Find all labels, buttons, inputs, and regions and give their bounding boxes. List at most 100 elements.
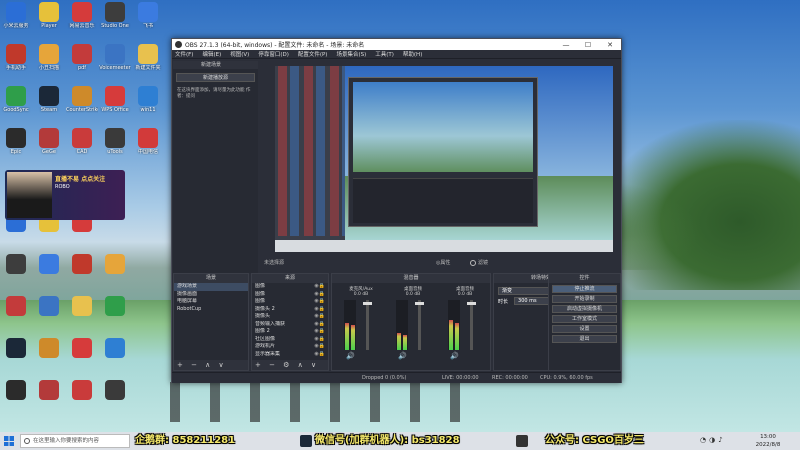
close-button[interactable]: ✕ <box>599 41 621 49</box>
visibility-icon[interactable]: ◉🔒 <box>314 298 325 306</box>
desktop-icon[interactable] <box>99 378 131 418</box>
source-item[interactable]: 图像 ◉🔒 <box>252 291 328 299</box>
visibility-icon[interactable]: ◉🔒 <box>314 313 325 321</box>
scene-item[interactable]: 摄像画面 <box>174 291 248 299</box>
desktop-icon[interactable] <box>33 378 65 418</box>
menu-item[interactable]: 场景集合(S) <box>336 50 366 58</box>
properties-button[interactable]: ◎属性 <box>436 258 450 268</box>
menu-item[interactable]: 编辑(E) <box>202 50 221 58</box>
desktop-icon[interactable] <box>66 336 98 376</box>
desktop-icon[interactable] <box>0 294 32 334</box>
maximize-button[interactable]: ☐ <box>577 41 599 49</box>
desktop-icon[interactable]: CAD <box>66 126 98 166</box>
desktop-icon[interactable] <box>33 294 65 334</box>
source-item[interactable]: 摄像头 ◉🔒 <box>252 313 328 321</box>
desktop-icon[interactable]: Voicemeeter <box>99 42 131 82</box>
menu-item[interactable]: 帮助(H) <box>403 50 422 58</box>
volume-slider[interactable] <box>415 300 424 350</box>
desktop-icon[interactable] <box>0 378 32 418</box>
visibility-icon[interactable]: ◉🔒 <box>314 283 325 291</box>
system-tray-icons[interactable]: ◔◑♪ <box>700 436 726 444</box>
desktop-icon[interactable] <box>0 336 32 376</box>
desktop-icon[interactable] <box>0 252 32 292</box>
speaker-icon[interactable]: 🔊 <box>450 352 459 360</box>
control-button[interactable]: 退出 <box>552 335 617 343</box>
control-button[interactable]: 工作室模式 <box>552 315 617 323</box>
source-item[interactable]: 音频输入捕获 ◉🔒 <box>252 321 328 329</box>
source-item[interactable]: 游戏机片 ◉🔒 <box>252 343 328 351</box>
menu-item[interactable]: 停靠窗口(D) <box>258 50 289 58</box>
desktop-icon[interactable]: 新建文件夹 <box>132 42 164 82</box>
desktop-icon[interactable]: GeGe <box>33 126 65 166</box>
steam-taskbar-icon[interactable] <box>300 435 312 447</box>
windows-start-icon[interactable] <box>4 436 14 446</box>
desktop-icon[interactable]: Studio One <box>99 0 131 40</box>
desktop-icon[interactable]: win11 <box>132 84 164 124</box>
control-button[interactable]: 停止推流 <box>552 285 617 293</box>
desktop-icon[interactable] <box>99 294 131 334</box>
source-item[interactable]: 显示器采集 ◉🔒 <box>252 351 328 359</box>
menu-item[interactable]: 视图(V) <box>230 50 249 58</box>
desktop-icon[interactable] <box>99 336 131 376</box>
volume-slider[interactable] <box>363 300 372 350</box>
taskbar-search-input[interactable]: 在这里输入你要搜索的内容 <box>20 434 130 448</box>
source-item[interactable]: 图像 ◉🔒 <box>252 283 328 291</box>
visibility-icon[interactable]: ◉🔒 <box>314 328 325 336</box>
desktop-icon[interactable]: pdf <box>66 42 98 82</box>
visibility-icon[interactable]: ◉🔒 <box>314 321 325 329</box>
scene-item[interactable]: 游戏场景 <box>174 283 248 291</box>
minimize-button[interactable]: — <box>555 41 577 49</box>
desktop-icon[interactable]: 中国电信 <box>132 126 164 166</box>
desktop-icon[interactable] <box>33 336 65 376</box>
scene-item[interactable]: RobotCup <box>174 306 248 314</box>
visibility-icon[interactable]: ◉🔒 <box>314 343 325 351</box>
visibility-icon[interactable]: ◉🔒 <box>314 291 325 299</box>
source-item[interactable]: 社区图像 ◉🔒 <box>252 336 328 344</box>
desktop-icon[interactable] <box>66 378 98 418</box>
desktop-icon[interactable] <box>66 252 98 292</box>
scenes-dock-footer[interactable]: + − ∧ ∨ <box>174 360 248 370</box>
menu-item[interactable]: 文件(F) <box>175 50 193 58</box>
speaker-icon[interactable]: 🔊 <box>398 352 407 360</box>
desktop-icon[interactable]: 网易云音乐 <box>66 0 98 40</box>
obs-titlebar[interactable]: OBS 27.1.3 (64-bit, windows) - 配置文件: 未命名… <box>172 39 621 50</box>
control-button[interactable]: 设置 <box>552 325 617 333</box>
filters-button[interactable]: 滤镜 <box>470 258 488 268</box>
menu-item[interactable]: 工具(T) <box>375 50 394 58</box>
speaker-icon[interactable]: 🔊 <box>346 352 355 360</box>
desktop-icon[interactable]: 小米云服务 <box>0 0 32 40</box>
desktop-icon[interactable]: 小丑扫描 <box>33 42 65 82</box>
desktop-icon[interactable]: CounterStrike <box>66 84 98 124</box>
source-item[interactable]: 图像 ◉🔒 <box>252 298 328 306</box>
new-source-button[interactable]: 新建播放源 <box>176 73 255 82</box>
visibility-icon[interactable]: ◉🔒 <box>314 351 325 359</box>
desktop-icon[interactable]: GoodSync <box>0 84 32 124</box>
desktop-icon[interactable] <box>33 252 65 292</box>
volume-knob[interactable] <box>363 302 372 305</box>
visibility-icon[interactable]: ◉🔒 <box>314 336 325 344</box>
desktop-icon[interactable]: Epic <box>0 126 32 166</box>
scene-item[interactable]: 电脑屏幕 <box>174 298 248 306</box>
visibility-icon[interactable]: ◉🔒 <box>314 306 325 314</box>
desktop-icon[interactable]: Player <box>33 0 65 40</box>
desktop-icon[interactable]: 飞书 <box>132 0 164 40</box>
obs-taskbar-icon[interactable] <box>516 435 528 447</box>
volume-knob[interactable] <box>467 302 476 305</box>
desktop-icon[interactable]: WPS Office <box>99 84 131 124</box>
obs-window[interactable]: OBS 27.1.3 (64-bit, windows) - 配置文件: 未命名… <box>171 38 622 383</box>
preview-canvas[interactable] <box>275 66 613 252</box>
desktop-icon[interactable]: uTools <box>99 126 131 166</box>
menu-item[interactable]: 配置文件(P) <box>298 50 328 58</box>
source-item[interactable]: 摄像头 2 ◉🔒 <box>252 306 328 314</box>
desktop-icon[interactable]: Steam <box>33 84 65 124</box>
sources-dock-footer[interactable]: + − ⚙ ∧ ∨ <box>252 360 328 370</box>
volume-slider[interactable] <box>467 300 476 350</box>
source-item[interactable]: 图像 2 ◉🔒 <box>252 328 328 336</box>
control-button[interactable]: 启动虚拟摄像机 <box>552 305 617 313</box>
desktop-icon[interactable] <box>66 294 98 334</box>
control-button[interactable]: 开始录制 <box>552 295 617 303</box>
desktop-icon[interactable]: 手机助手 <box>0 42 32 82</box>
volume-knob[interactable] <box>415 302 424 305</box>
desktop-icon[interactable] <box>99 252 131 292</box>
taskbar-clock[interactable]: 13:00 2022/8/8 <box>748 433 788 449</box>
